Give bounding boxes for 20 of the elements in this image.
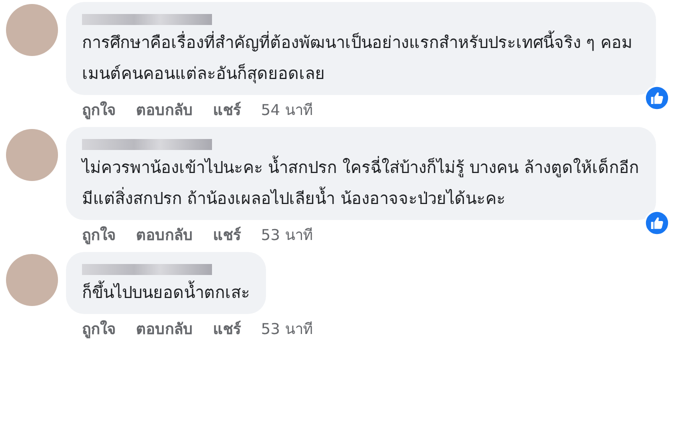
like-reaction-icon[interactable]: [644, 85, 670, 111]
comment-time[interactable]: 53 นาที: [261, 318, 313, 340]
avatar[interactable]: [6, 129, 58, 181]
comment-text: ไม่ควรพาน้องเข้าไปนะคะ น้ำสกปรก ใครฉี่ใส่บ้างก็ไม่รู้ บางคน ล้างตูดให้เด็กอีก มีแต่สิ่งสกปรก ถ้าน้องเผลอไปเลียน้ำ น้องอาจจะป่วยได้นะคะ: [82, 152, 640, 214]
avatar[interactable]: [6, 254, 58, 306]
comment-text: ก็ขึ้นไปบนยอดน้ำตกเสะ: [82, 277, 250, 308]
comment-action-link[interactable]: ถูกใจ: [82, 99, 116, 121]
comment-action-link[interactable]: แชร์: [213, 224, 241, 246]
comment-text: การศึกษาคือเรื่องที่สำคัญที่ต้องพัฒนาเป็นอย่างแรกสำหรับประเทศนี้จริง ๆ คอมเมนต์คนคอนแต่ละอันก็สุดยอดเลย: [82, 27, 640, 89]
like-reaction-icon[interactable]: [644, 210, 670, 236]
comment-action-link[interactable]: ตอบกลับ: [136, 224, 193, 246]
comment-action-link[interactable]: แชร์: [213, 99, 241, 121]
comment-time[interactable]: 54 นาที: [261, 99, 313, 121]
comment-time[interactable]: 53 นาที: [261, 224, 313, 246]
comment-action-link[interactable]: ถูกใจ: [82, 318, 116, 340]
comment-action-link[interactable]: ตอบกลับ: [136, 318, 193, 340]
comment-action-link[interactable]: ถูกใจ: [82, 224, 116, 246]
comment-action-link[interactable]: ตอบกลับ: [136, 99, 193, 121]
comment-action-link[interactable]: แชร์: [213, 318, 241, 340]
avatar[interactable]: [6, 4, 58, 56]
